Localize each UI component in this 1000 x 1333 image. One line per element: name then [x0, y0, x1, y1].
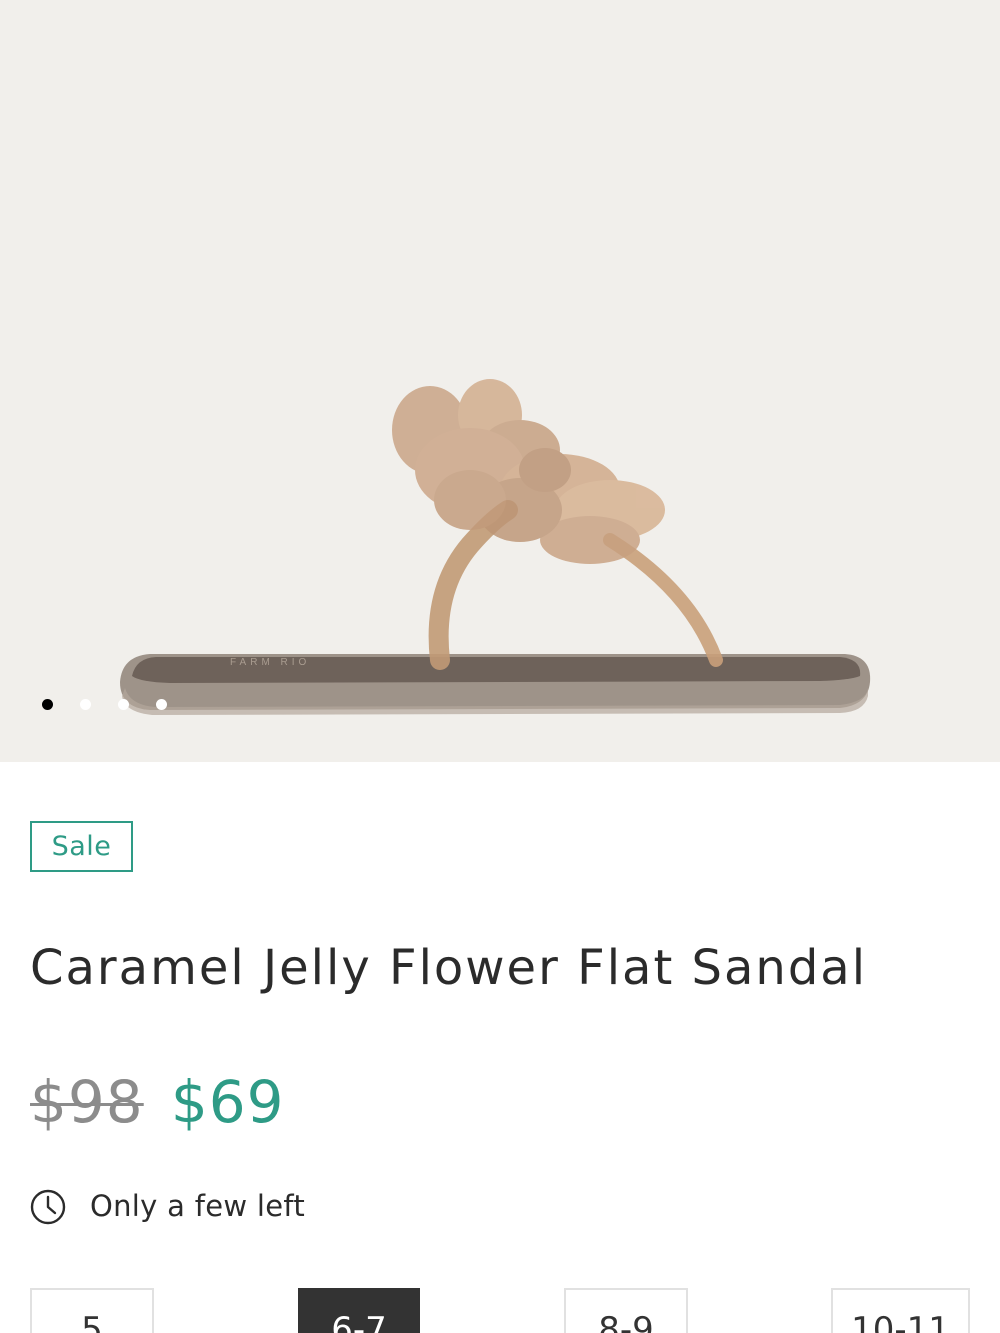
product-image-gallery[interactable]: FARM RIO	[0, 0, 1000, 762]
stock-text: Only a few left	[90, 1189, 306, 1223]
sale-price: $69	[170, 1068, 285, 1136]
size-label: 10-11	[851, 1310, 950, 1333]
sale-badge: Sale	[30, 821, 133, 872]
size-option-8-9[interactable]: 8-9	[564, 1288, 688, 1333]
carousel-dot-3[interactable]	[118, 699, 129, 710]
carousel-dot-2[interactable]	[80, 699, 91, 710]
carousel-dot-4[interactable]	[156, 699, 167, 710]
original-price: $98	[30, 1068, 144, 1136]
price-row: $98 $69	[30, 1068, 285, 1140]
clock-icon	[30, 1189, 66, 1225]
size-label: 5	[81, 1310, 103, 1333]
size-option-10-11[interactable]: 10-11	[831, 1288, 970, 1333]
size-option-5[interactable]: 5	[30, 1288, 154, 1333]
size-label: 6-7	[331, 1310, 387, 1333]
product-image: FARM RIO	[120, 379, 871, 715]
svg-text:FARM RIO: FARM RIO	[230, 657, 310, 668]
carousel-dot-1[interactable]	[42, 699, 53, 710]
product-title: Caramel Jelly Flower Flat Sandal	[30, 940, 868, 996]
size-label: 8-9	[598, 1310, 654, 1333]
size-option-6-7[interactable]: 6-7	[298, 1288, 420, 1333]
product-page: FARM RIO Sale Caramel Jelly Flower Flat …	[0, 0, 1000, 1333]
